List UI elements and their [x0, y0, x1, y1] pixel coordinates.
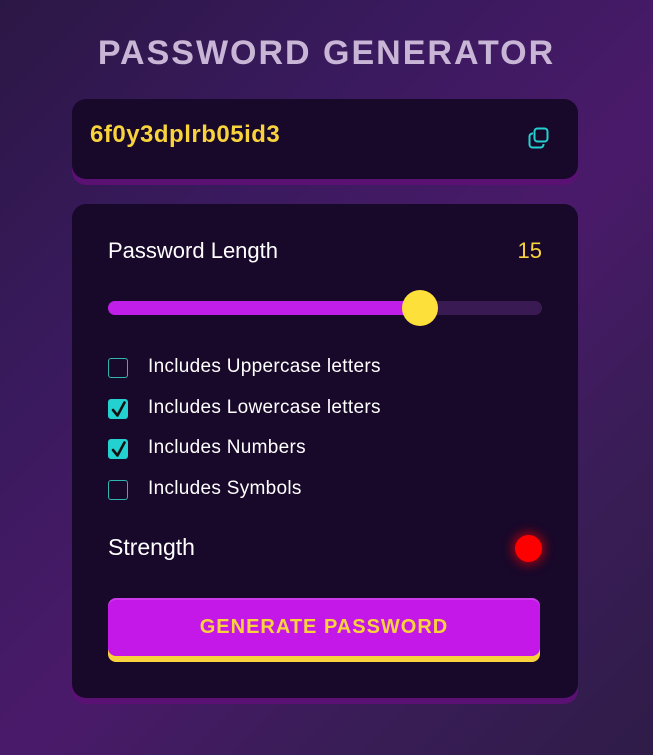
password-display: 6f0y3dplrb05id3	[72, 99, 578, 179]
option-label: Includes Symbols	[148, 477, 302, 499]
length-slider[interactable]	[108, 290, 542, 326]
option-label: Includes Numbers	[148, 437, 306, 458]
strength-indicator	[515, 535, 542, 562]
length-slider-fill	[108, 301, 421, 315]
length-slider-thumb[interactable]	[402, 290, 439, 326]
option-label: Includes Uppercase letters	[148, 356, 381, 377]
uppercase-checkbox[interactable]	[108, 358, 128, 378]
page-title: PASSWORD GENERATOR	[97, 34, 556, 72]
copy-icon[interactable]	[528, 127, 550, 149]
symbols-checkbox[interactable]	[108, 479, 128, 500]
option-label: Includes Lowercase letters	[148, 396, 381, 418]
checkmark-icon	[111, 441, 126, 457]
settings-card: Password Length 15 Includes Uppercase le…	[72, 204, 578, 698]
password-length-label: Password Length	[108, 238, 278, 263]
lowercase-checkbox[interactable]	[108, 398, 128, 419]
numbers-checkbox[interactable]	[108, 439, 128, 459]
copy-icon-svg	[528, 127, 549, 149]
checkmark-icon	[111, 400, 126, 417]
generated-password: 6f0y3dplrb05id3	[90, 121, 281, 148]
generate-password-button[interactable]: GENERATE PASSWORD	[108, 598, 540, 656]
strength-label: Strength	[108, 534, 195, 560]
password-length-value: 15	[517, 238, 542, 263]
